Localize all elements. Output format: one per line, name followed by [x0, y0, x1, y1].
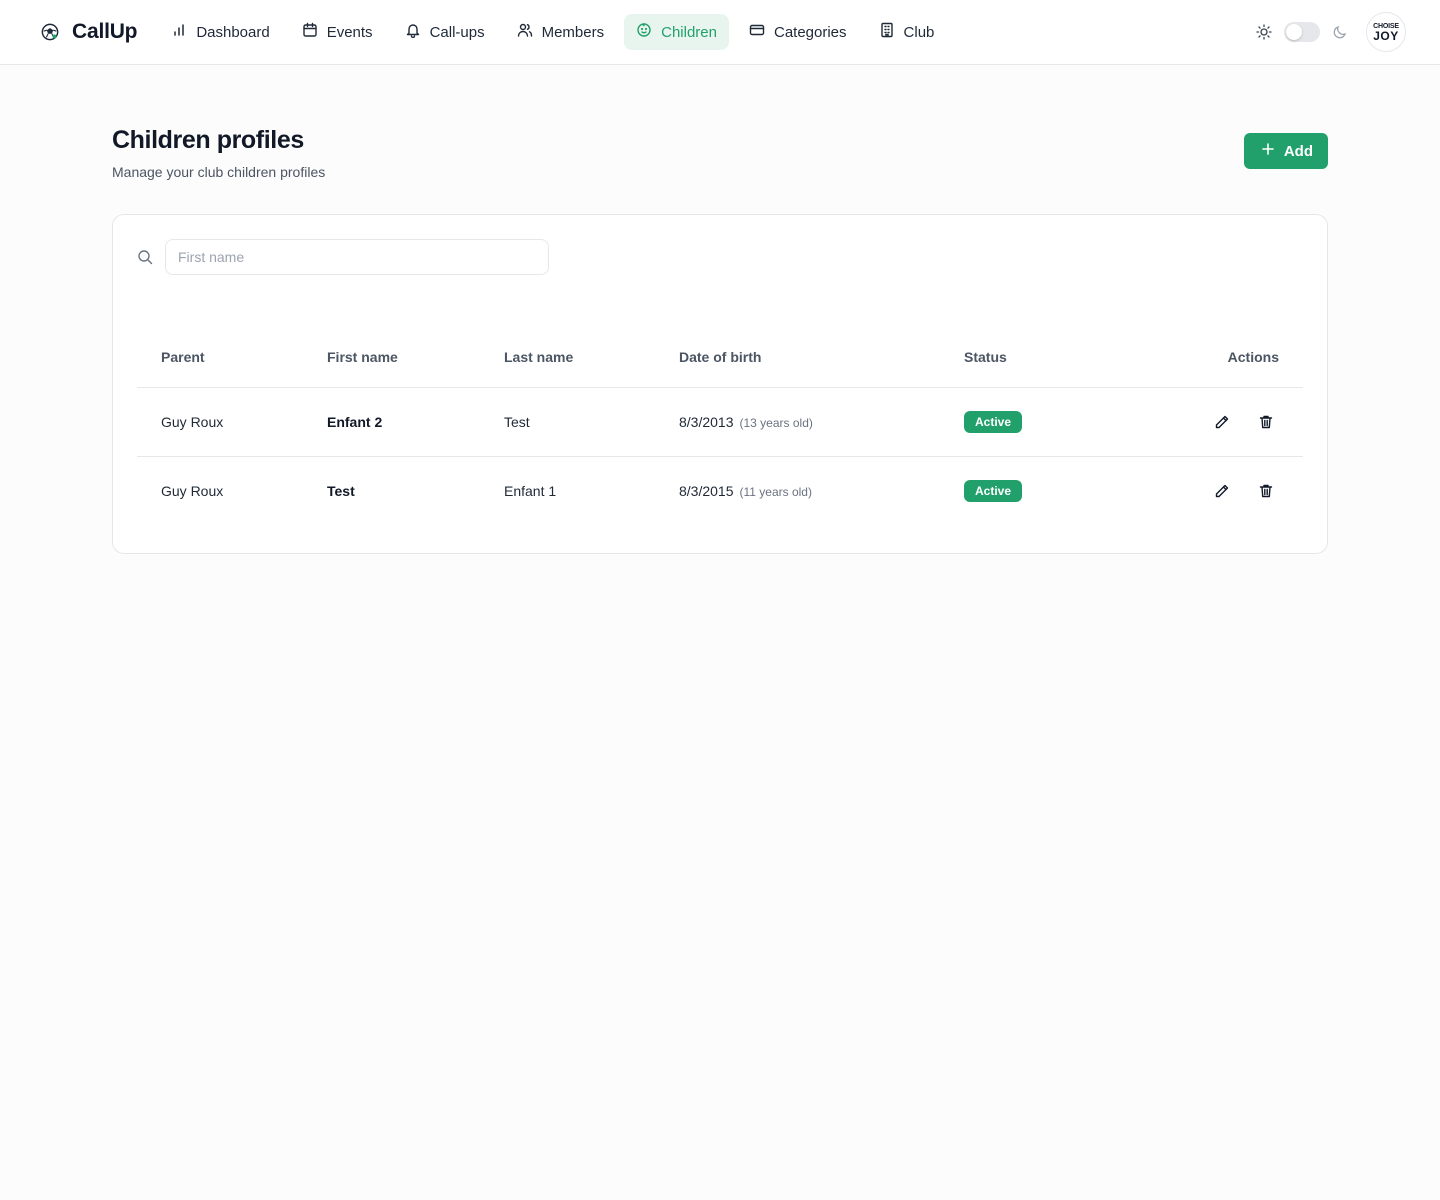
column-header-last-name[interactable]: Last name — [480, 327, 655, 388]
pencil-icon — [1215, 484, 1229, 497]
dob-value: 8/3/2015 — [679, 482, 734, 499]
edit-button[interactable] — [1211, 411, 1233, 433]
theme-toggle-knob — [1286, 24, 1302, 40]
children-card: Parent First name Last name Date of birt… — [112, 214, 1328, 554]
nav-item-label: Children — [661, 23, 717, 41]
cell-date-of-birth: 8/3/2015 (11 years old) — [655, 455, 940, 525]
trash-icon — [1259, 415, 1273, 428]
pencil-icon — [1215, 415, 1229, 428]
delete-button[interactable] — [1255, 480, 1277, 502]
cell-status: Active — [940, 387, 1120, 456]
nav-item-label: Categories — [773, 23, 847, 41]
cell-parent: Guy Roux — [137, 455, 303, 525]
trash-icon — [1259, 484, 1273, 497]
cell-parent: Guy Roux — [161, 413, 224, 430]
edit-button[interactable] — [1211, 480, 1233, 502]
table-header-row: Parent First name Last name Date of birt… — [137, 327, 1303, 388]
cell-last-name: Test — [504, 413, 530, 430]
main-content: Children profiles Manage your club child… — [0, 65, 1440, 554]
main-nav: Dashboard Events Call-ups Members Childr… — [159, 14, 946, 50]
dob-value: 8/3/2013 — [679, 413, 734, 430]
page-heading-group: Children profiles Manage your club child… — [112, 125, 325, 180]
nav-item-label: Club — [903, 23, 935, 41]
brand-name: CallUp — [72, 20, 138, 43]
status-badge: Active — [964, 479, 1023, 502]
wallet-icon — [749, 22, 765, 42]
cell-actions — [1120, 455, 1303, 525]
column-header-actions: Actions — [1120, 327, 1303, 388]
nav-item-categories[interactable]: Categories — [737, 14, 859, 50]
add-button[interactable]: Add — [1243, 133, 1328, 169]
users-icon — [517, 22, 533, 42]
age-value: (13 years old) — [739, 415, 813, 430]
building-icon — [879, 22, 895, 42]
nav-item-club[interactable]: Club — [867, 14, 947, 50]
header-actions: CHOISE JOY — [1256, 0, 1406, 64]
search-input[interactable] — [165, 239, 549, 275]
nav-item-label: Dashboard — [196, 23, 270, 41]
status-badge: Active — [964, 410, 1023, 433]
calendar-icon — [302, 22, 318, 42]
moon-icon — [1332, 24, 1348, 40]
top-navbar: CallUp Dashboard Events Call-ups Members… — [0, 0, 1440, 65]
page-subtitle: Manage your club children profiles — [112, 164, 326, 180]
cell-first-name: Enfant 2 — [327, 413, 383, 430]
cell-last-name: Enfant 1 — [480, 455, 655, 525]
nav-item-label: Call-ups — [429, 23, 485, 41]
brand[interactable]: CallUp — [40, 20, 138, 44]
theme-toggle[interactable] — [1284, 22, 1320, 42]
soccer-ball-icon — [40, 22, 60, 42]
table-row[interactable]: Guy Roux Enfant 2 Test 8/3/2013 (13 years… — [137, 387, 1303, 456]
cell-date-of-birth: 8/3/2013 (13 years old) — [655, 387, 940, 456]
nav-item-label: Members — [541, 23, 605, 41]
nav-item-events[interactable]: Events — [290, 14, 385, 50]
column-header-first-name[interactable]: First name — [303, 327, 480, 388]
age-value: (11 years old) — [739, 484, 812, 499]
nav-item-call-ups[interactable]: Call-ups — [393, 14, 497, 50]
cell-status: Active — [940, 455, 1120, 525]
avatar-text-line2: JOY — [1373, 28, 1399, 43]
table-row[interactable]: Guy Roux Test Enfant 1 8/3/2015 (11 years… — [137, 455, 1303, 525]
bell-icon — [405, 22, 421, 42]
avatar[interactable]: CHOISE JOY — [1366, 12, 1406, 52]
bar-chart-icon — [171, 22, 187, 42]
row-actions — [1144, 480, 1303, 502]
column-header-parent[interactable]: Parent — [137, 327, 303, 388]
page-header: Children profiles Manage your club child… — [112, 125, 1328, 180]
children-table: Parent First name Last name Date of birt… — [137, 327, 1303, 525]
cell-first-name: Test — [303, 455, 480, 525]
nav-item-label: Events — [326, 23, 373, 41]
nav-item-children[interactable]: Children — [624, 14, 729, 50]
sun-icon — [1256, 24, 1272, 40]
column-header-status[interactable]: Status — [940, 327, 1120, 388]
nav-item-dashboard[interactable]: Dashboard — [159, 14, 281, 50]
page-title: Children profiles — [112, 126, 304, 154]
search-row — [137, 239, 1303, 275]
nav-item-members[interactable]: Members — [505, 14, 617, 50]
delete-button[interactable] — [1255, 411, 1277, 433]
plus-icon — [1261, 142, 1275, 160]
add-button-label: Add — [1283, 142, 1313, 160]
column-header-date-of-birth[interactable]: Date of birth — [655, 327, 940, 388]
search-icon — [137, 249, 153, 265]
cell-actions — [1120, 387, 1303, 456]
baby-icon — [636, 22, 652, 42]
row-actions — [1144, 411, 1303, 433]
